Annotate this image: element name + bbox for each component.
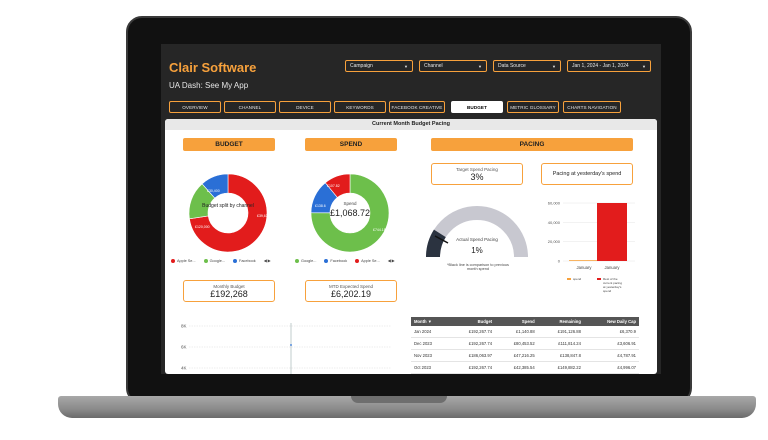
legend-pager-icon[interactable]: ◀ ▶ — [388, 258, 395, 263]
legend-label: spend — [603, 289, 612, 293]
chevron-down-icon: ▼ — [478, 63, 482, 69]
dashboard-subtitle: UA Dash: See My App — [169, 81, 249, 90]
table-row: Jan 2024 £192,267.74 £1,140.88 £191,126.88 £… — [411, 326, 639, 338]
spend-legend: Google... Facebook Apple Se... ◀ ▶ — [295, 258, 395, 263]
legend-dot — [324, 258, 329, 263]
tab-overview[interactable]: OVERVIEW — [169, 101, 221, 113]
pacing-bar-chart: 60,00040,00020,0000January Januaryspend Re… — [548, 201, 635, 293]
column-header[interactable]: Remaining — [537, 317, 584, 326]
x-tick-label: January — [577, 265, 593, 270]
tab-keywords[interactable]: KEYWORDS — [334, 101, 386, 113]
y-tick-label: 0 — [558, 259, 561, 264]
budget-slice-label: £120,000 — [195, 225, 210, 229]
monthly-budget-table: Month ▼ Budget Spend Remaining New Daily… — [411, 317, 639, 374]
spend-center-value: £1,068.72 — [330, 208, 370, 218]
legend-pager-icon[interactable]: ◀ ▶ — [264, 258, 271, 263]
brand-title: Clair Software — [169, 60, 257, 75]
actual-pacing-value: 1% — [471, 246, 483, 255]
budget-slice-label: £39,638.24 — [257, 214, 275, 218]
campaign-filter[interactable]: Campaign ▼ — [345, 60, 413, 72]
legend-swatch — [567, 278, 571, 280]
data-source-filter[interactable]: Data Source ▼ — [493, 60, 561, 72]
spend-center-label: Spend — [343, 201, 357, 206]
tab-charts-navigation[interactable]: CHARTS NAVIGATION — [563, 101, 621, 113]
chevron-down-icon: ▼ — [552, 63, 556, 69]
table-row: Oct 2023 £192,267.74 £42,385.54 £149,882.22… — [411, 361, 639, 374]
chevron-down-icon: ▼ — [642, 63, 646, 69]
budget-slice-label: £30,400 — [207, 189, 220, 193]
tab-facebook-creative[interactable]: FACEBOOK CREATIVE — [389, 101, 445, 113]
channel-filter[interactable]: Channel ▼ — [419, 60, 487, 72]
data-point[interactable] — [290, 344, 292, 346]
y-tick-label: 20,000 — [548, 239, 561, 244]
y-tick-label: 8K — [181, 324, 187, 329]
column-header[interactable]: New Daily Cap — [583, 317, 639, 326]
laptop-notch — [351, 396, 447, 403]
table-row: Dec 2023 £192,267.74 £80,453.52 £111,814.24… — [411, 337, 639, 350]
tab-device[interactable]: DEVICE — [279, 101, 331, 113]
table-row: Nov 2023 £186,063.97 £47,216.25 £138,847.8 £… — [411, 349, 639, 362]
budget-center-label: Budget split by channel — [202, 203, 254, 209]
legend-item: Apple Se... — [355, 258, 380, 263]
dashboard-screen: Clair Software UA Dash: See My App Campa… — [161, 44, 661, 374]
tab-metric-glossary[interactable]: METRIC GLOSSARY — [507, 101, 559, 113]
legend-label: spend — [573, 277, 582, 281]
tab-budget[interactable]: BUDGET — [451, 101, 503, 113]
bar[interactable] — [569, 260, 599, 261]
legend-item: Google... — [295, 258, 316, 263]
x-tick-label: January — [605, 265, 621, 270]
column-header[interactable]: Month ▼ — [411, 317, 449, 326]
spend-slice-label: £744.15 — [373, 228, 386, 232]
pacing-yesterday-card: Pacing at yesterday's spend — [541, 163, 633, 185]
column-header[interactable]: Budget — [448, 317, 496, 326]
target-spend-pacing-card: Target Spend Pacing 3% — [431, 163, 523, 185]
y-tick-label: 4K — [181, 366, 187, 371]
spend-slice-label: £107.82 — [327, 184, 340, 188]
legend-item: Facebook — [324, 258, 347, 263]
legend-item: Apple Se... — [171, 258, 196, 263]
date-range-filter[interactable]: Jan 1, 2024 - Jan 1, 2024 ▼ — [567, 60, 651, 72]
column-header[interactable]: Spend — [495, 317, 538, 326]
spend-slice-label: £138.6 — [315, 204, 326, 208]
spend-line-chart: 8K 6K 4K — [181, 323, 391, 374]
legend-item: Google... — [203, 258, 225, 263]
tab-channel[interactable]: CHANNEL — [224, 101, 276, 113]
legend-dot — [295, 258, 299, 263]
y-tick-label: 40,000 — [548, 220, 561, 225]
y-tick-label: 60,000 — [548, 201, 561, 206]
budget-legend: Apple Se... Google... Facebook ◀ ▶ — [171, 258, 271, 263]
legend-swatch — [597, 278, 601, 280]
legend-dot — [203, 258, 208, 263]
legend-dot — [355, 258, 360, 263]
bar[interactable] — [597, 203, 627, 261]
pacing-note: *Black line is comparison to previous mo… — [447, 263, 509, 271]
legend-item: Facebook — [233, 258, 256, 263]
actual-pacing-label: Actual Spend Pacing — [456, 237, 498, 242]
budget-pacing-panel: Current Month Budget Pacing BUDGET SPEND… — [165, 119, 657, 374]
legend-dot — [171, 258, 175, 263]
legend-dot — [233, 258, 237, 263]
budget-donut-chart — [188, 173, 268, 253]
monthly-budget-card: Monthly Budget £192,268 — [183, 280, 275, 302]
y-tick-label: 6K — [181, 345, 187, 350]
chevron-down-icon: ▼ — [404, 63, 408, 69]
mtd-expected-spend-card: MTD Expected Spend £6,202.19 — [305, 280, 397, 302]
